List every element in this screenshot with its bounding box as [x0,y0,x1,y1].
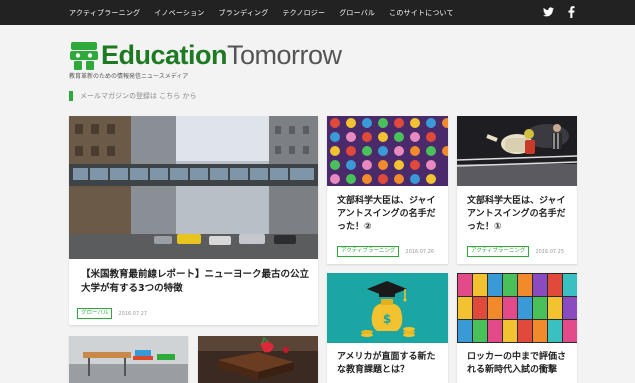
logo-icon [70,42,98,70]
wrestling-match-image [457,116,577,186]
logo-bold: Education [101,40,228,70]
wrestling-masks-image [327,116,448,186]
article-card[interactable]: 文部科学大臣は、ジャイアントスイングの名手だった！① アクティブラーニング 20… [457,116,577,264]
article-title[interactable]: 文部科学大臣は、ジャイアントスイングの名手だった！① [467,195,571,234]
publish-date: 2016.07.25 [535,248,565,255]
logo-light: Tomorrow [227,40,342,70]
site-logo[interactable]: EducationTomorrow [101,38,342,72]
publish-date: 2016.07.26 [405,248,435,255]
category-tag[interactable]: グローバル [77,308,113,319]
school-desk-image [69,336,188,383]
article-title[interactable]: アメリカが直面する新たな教育課題とは？ [337,351,441,377]
chocolate-cake-image [198,336,318,383]
newsletter-link[interactable]: メールマガジンの登録は こちら から [80,91,196,101]
top-navigation-bar: アクティブラーニング イノベーション ブランディング テクノロジー グローバル … [0,0,635,25]
site-tagline: 教育革新のための情報発信ニュースメディア [69,73,189,80]
mail-accent-bar [69,91,73,101]
article-title[interactable]: 文部科学大臣は、ジャイアントスイングの名手だった！② [337,195,441,234]
nav-item-global[interactable]: グローバル [339,8,375,18]
article-card[interactable] [198,336,318,383]
article-card[interactable] [69,336,188,383]
article-card[interactable]: ロッカーの中まで評価される新時代入試の衝撃 [457,273,577,383]
twitter-icon[interactable] [543,7,554,17]
publish-date: 2016.07.27 [118,310,148,317]
article-title[interactable]: 【米国教育最前線レポート】ニューヨーク最古の公立大学が有する3つの特徴 [81,268,309,296]
nyc-skybridge-image [69,116,318,259]
article-title[interactable]: ロッカーの中まで評価される新時代入試の衝撃 [467,351,571,377]
nav-item-about[interactable]: このサイトについて [389,8,454,18]
featured-article-card[interactable]: 【米国教育最前線レポート】ニューヨーク最古の公立大学が有する3つの特徴 グローバ… [69,116,318,325]
nav-item-innovation[interactable]: イノベーション [154,8,204,18]
nav-item-active-learning[interactable]: アクティブラーニング [69,8,140,18]
facebook-icon[interactable] [568,6,575,18]
category-tag[interactable]: アクティブラーニング [467,246,530,257]
svg-text:$: $ [383,312,391,326]
nav-item-technology[interactable]: テクノロジー [282,8,325,18]
lockers-image [457,273,577,343]
article-meta: アクティブラーニング 2016.07.26 [337,246,434,257]
graduation-money-image: $ [327,273,448,343]
article-meta: アクティブラーニング 2016.07.25 [467,246,564,257]
article-meta: グローバル 2016.07.27 [77,308,147,319]
article-card[interactable]: 文部科学大臣は、ジャイアントスイングの名手だった！② アクティブラーニング 20… [327,116,448,264]
article-card[interactable]: $ アメリカが直面する新たな教育課題とは？ [327,273,448,383]
nav-item-branding[interactable]: ブランディング [219,8,269,18]
category-tag[interactable]: アクティブラーニング [337,246,400,257]
top-nav: アクティブラーニング イノベーション ブランディング テクノロジー グローバル … [69,0,468,25]
